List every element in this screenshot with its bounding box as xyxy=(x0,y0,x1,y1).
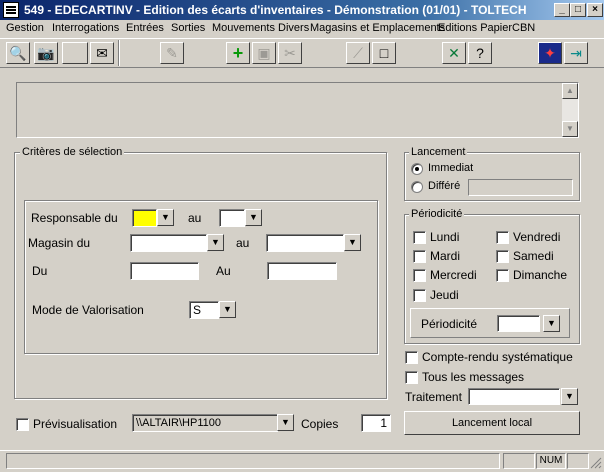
menu-cbn[interactable]: CBN xyxy=(512,22,535,34)
help-icon[interactable]: ? xyxy=(468,42,492,64)
status-main xyxy=(6,453,500,469)
status-panel-1 xyxy=(503,453,535,469)
au-date-field[interactable] xyxy=(267,262,337,280)
menu-magasins[interactable]: Magasins et Emplacements xyxy=(310,22,445,34)
window-title: 549 - EDECARTINV - Edition des écarts d'… xyxy=(24,3,527,17)
scroll-up-button[interactable]: ▲ xyxy=(562,83,578,99)
menu-gestion[interactable]: Gestion xyxy=(6,22,44,34)
magasin-from-field[interactable] xyxy=(130,234,207,252)
au-date-label: Au xyxy=(216,264,231,278)
jeudi-checkbox[interactable] xyxy=(413,289,426,302)
traitement-dropdown[interactable]: ▼ xyxy=(561,388,578,405)
title-bar: 549 - EDECARTINV - Edition des écarts d'… xyxy=(0,0,604,20)
lundi-checkbox[interactable] xyxy=(413,231,426,244)
vendredi-checkbox[interactable] xyxy=(496,231,509,244)
jeudi-label: Jeudi xyxy=(430,288,459,302)
menu-sorties[interactable]: Sorties xyxy=(171,22,205,34)
compte-rendu-checkbox[interactable] xyxy=(405,351,418,364)
mode-valorisation-label: Mode de Valorisation xyxy=(32,303,144,317)
lundi-label: Lundi xyxy=(430,230,460,244)
excel-icon[interactable]: ✕ xyxy=(442,42,466,64)
mardi-checkbox[interactable] xyxy=(413,250,426,263)
minimize-button[interactable]: _ xyxy=(554,3,570,17)
mode-valorisation-dropdown[interactable]: ▼ xyxy=(219,301,236,318)
dimanche-label: Dimanche xyxy=(513,268,568,282)
camera-icon[interactable]: 📷 xyxy=(34,42,58,64)
magasin-label: Magasin du xyxy=(28,236,91,250)
responsable-label: Responsable du xyxy=(31,211,118,225)
zoom-icon[interactable]: 🔍 xyxy=(6,42,30,64)
lancement-local-button[interactable]: Lancement local xyxy=(404,411,580,435)
responsable-to-dropdown[interactable]: ▼ xyxy=(245,209,262,226)
printer-dropdown[interactable]: ▼ xyxy=(277,414,294,431)
menu-bar: Gestion Interrogations Entrées Sorties M… xyxy=(0,20,604,38)
magasin-to-field[interactable] xyxy=(266,234,344,252)
du-date-field[interactable] xyxy=(130,262,199,280)
printer-field[interactable]: \\ALTAIR\HP1100 xyxy=(132,414,278,432)
mercredi-label: Mercredi xyxy=(430,268,477,282)
traitement-field[interactable] xyxy=(468,388,560,405)
previsualisation-checkbox[interactable] xyxy=(16,418,29,431)
message-area[interactable] xyxy=(16,82,579,138)
differe-radio[interactable] xyxy=(411,181,423,193)
envelope-icon[interactable]: ✉ xyxy=(90,42,114,64)
periodicite-label: Périodicité xyxy=(421,317,478,331)
edit-icon[interactable]: ✎ xyxy=(160,42,184,64)
cut-icon[interactable]: ✂ xyxy=(278,42,302,64)
eraser-icon[interactable]: ⟋ xyxy=(346,42,370,64)
status-num: NUM xyxy=(536,453,566,469)
responsable-from-dropdown[interactable]: ▼ xyxy=(157,209,174,226)
du-label: Du xyxy=(32,264,48,278)
periodicite-group-label: Périodicité xyxy=(409,208,465,220)
app-logo-icon[interactable]: ✦ xyxy=(538,42,562,64)
close-button[interactable]: × xyxy=(587,3,603,17)
mode-valorisation-field[interactable]: S xyxy=(189,301,219,319)
add-icon[interactable]: + xyxy=(226,42,250,64)
save-icon[interactable]: ▣ xyxy=(252,42,276,64)
immediat-label: Immediat xyxy=(428,162,474,174)
magasin-to-dropdown[interactable]: ▼ xyxy=(344,234,361,251)
responsable-au-label: au xyxy=(188,211,202,225)
resize-grip[interactable] xyxy=(590,457,602,469)
menu-editions-papier[interactable]: Editions Papier xyxy=(438,22,512,34)
samedi-checkbox[interactable] xyxy=(496,250,509,263)
tous-messages-label: Tous les messages xyxy=(422,370,525,384)
status-panel-3 xyxy=(567,453,589,469)
exit-icon[interactable]: ⇥ xyxy=(564,42,588,64)
tous-messages-checkbox[interactable] xyxy=(405,371,418,384)
mardi-label: Mardi xyxy=(430,249,461,263)
new-page-icon[interactable]: □ xyxy=(372,42,396,64)
mercredi-checkbox[interactable] xyxy=(413,269,426,282)
periodicite-field[interactable] xyxy=(497,315,540,332)
responsable-from-field[interactable] xyxy=(132,209,157,227)
immediat-radio[interactable] xyxy=(411,163,423,175)
app-icon xyxy=(3,2,19,18)
maximize-button[interactable]: □ xyxy=(570,3,586,17)
copies-field[interactable]: 1 xyxy=(361,414,391,432)
magasin-au-label: au xyxy=(236,236,250,250)
blank-button[interactable] xyxy=(62,42,88,64)
responsable-to-field[interactable] xyxy=(219,209,245,227)
menu-mouvements-divers[interactable]: Mouvements Divers xyxy=(212,22,309,34)
menu-interrogations[interactable]: Interrogations xyxy=(52,22,119,34)
differe-label: Différé xyxy=(428,180,461,192)
compte-rendu-label: Compte-rendu systématique xyxy=(422,350,573,364)
menu-entrees[interactable]: Entrées xyxy=(126,22,164,34)
lancement-group-label: Lancement xyxy=(409,146,468,158)
dimanche-checkbox[interactable] xyxy=(496,269,509,282)
toolbar-separator xyxy=(118,40,120,66)
previsualisation-label: Prévisualisation xyxy=(33,417,118,431)
message-scrollbar[interactable]: ▲ ▼ xyxy=(562,83,578,137)
periodicite-dropdown[interactable]: ▼ xyxy=(543,315,560,332)
traitement-label: Traitement xyxy=(405,390,462,404)
copies-label: Copies xyxy=(301,417,339,431)
magasin-from-dropdown[interactable]: ▼ xyxy=(207,234,224,251)
scroll-down-button[interactable]: ▼ xyxy=(562,121,578,137)
differe-datetime-field[interactable] xyxy=(468,179,573,196)
samedi-label: Samedi xyxy=(513,249,554,263)
statusbar-divider xyxy=(0,450,604,451)
vendredi-label: Vendredi xyxy=(513,230,561,244)
criteria-group-label: Critères de sélection xyxy=(20,146,125,158)
